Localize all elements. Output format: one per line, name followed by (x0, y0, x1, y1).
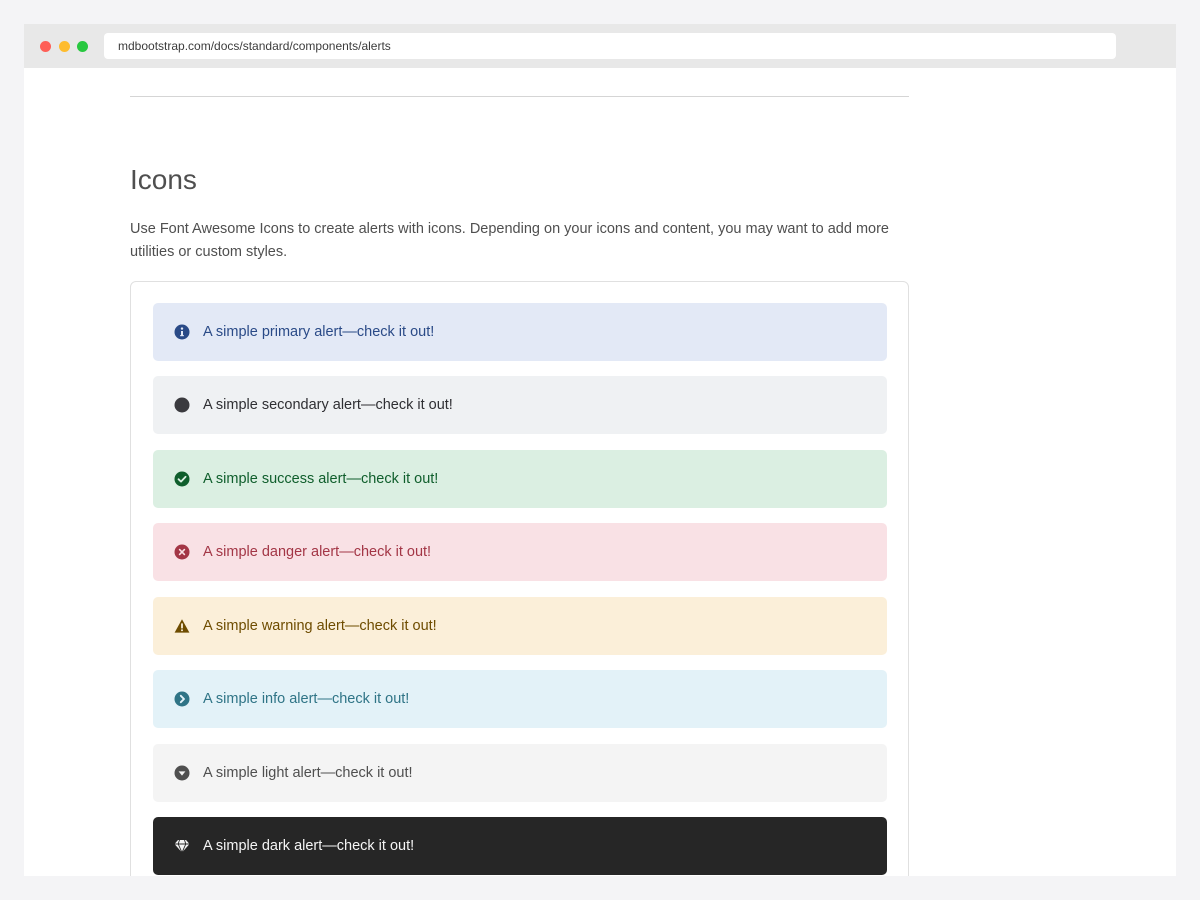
alert-dark: A simple dark alert—check it out! (153, 817, 887, 875)
alert-warning: A simple warning alert—check it out! (153, 597, 887, 655)
info-circle-icon (174, 324, 190, 340)
section-description: Use Font Awesome Icons to create alerts … (130, 221, 889, 260)
alert-light: A simple light alert—check it out! (153, 744, 887, 802)
alert-primary-text: A simple primary alert—check it out! (203, 324, 435, 340)
close-window-button[interactable] (40, 41, 51, 52)
alert-success-text: A simple success alert—check it out! (203, 471, 439, 487)
alert-success: A simple success alert—check it out! (153, 450, 887, 508)
alert-danger-text: A simple danger alert—check it out! (203, 544, 432, 560)
exclamation-triangle-icon (174, 618, 190, 634)
alert-secondary-text: A simple secondary alert—check it out! (203, 397, 453, 413)
alert-info-text: A simple info alert—check it out! (203, 691, 410, 707)
page-content: Icons Use Font Awesome Icons to create a… (24, 68, 1176, 876)
browser-titlebar: mdbootstrap.com/docs/standard/components… (24, 24, 1176, 68)
alert-warning-text: A simple warning alert—check it out! (203, 618, 437, 634)
browser-window: mdbootstrap.com/docs/standard/components… (24, 24, 1176, 876)
chevron-circle-down-icon (174, 765, 190, 781)
minimize-window-button[interactable] (59, 41, 70, 52)
section-title: Icons (130, 164, 197, 195)
alert-danger: A simple danger alert—check it out! (153, 523, 887, 581)
alert-info: A simple info alert—check it out! (153, 670, 887, 728)
alert-secondary: A simple secondary alert—check it out! (153, 376, 887, 434)
alerts-demo-panel: A simple primary alert—check it out! A s… (130, 281, 909, 876)
alert-primary: A simple primary alert—check it out! (153, 303, 887, 361)
check-circle-icon (174, 471, 190, 487)
maximize-window-button[interactable] (77, 41, 88, 52)
gem-icon (174, 838, 190, 854)
address-bar[interactable]: mdbootstrap.com/docs/standard/components… (104, 33, 1116, 59)
chevron-circle-right-icon (174, 691, 190, 707)
section-divider (130, 96, 909, 97)
filled-circle-icon (174, 397, 190, 413)
times-circle-icon (174, 544, 190, 560)
alert-light-text: A simple light alert—check it out! (203, 765, 413, 781)
alert-dark-text: A simple dark alert—check it out! (203, 838, 415, 854)
